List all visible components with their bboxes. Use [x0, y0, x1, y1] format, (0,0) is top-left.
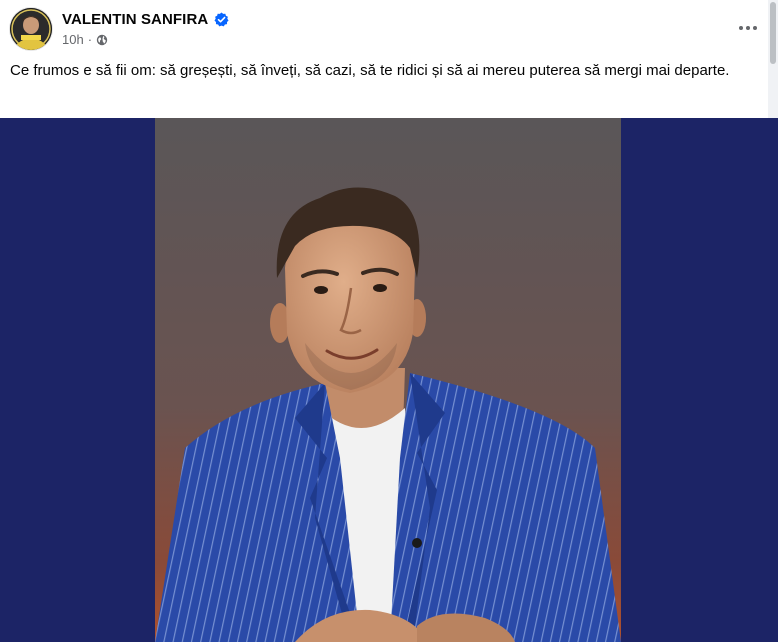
author-avatar[interactable]	[10, 8, 52, 50]
author-line: VALENTIN SANFIRA	[62, 9, 229, 29]
post-header: VALENTIN SANFIRA 10h ·	[0, 0, 778, 58]
facebook-post: VALENTIN SANFIRA 10h · Ce frumos e să fi…	[0, 0, 778, 642]
globe-icon[interactable]	[96, 34, 108, 46]
scrollbar[interactable]	[768, 0, 778, 118]
more-dot	[753, 26, 757, 30]
post-photo[interactable]	[155, 118, 621, 642]
verified-badge-icon	[214, 11, 229, 27]
scrollbar-thumb[interactable]	[770, 2, 776, 64]
post-media[interactable]	[0, 118, 778, 642]
post-caption: Ce frumos e să fii om: să greșești, să î…	[10, 62, 730, 79]
more-options-icon[interactable]	[730, 14, 766, 42]
author-name[interactable]: VALENTIN SANFIRA	[62, 11, 208, 28]
post-meta: 10h ·	[62, 32, 108, 47]
more-dot	[739, 26, 743, 30]
more-dot	[746, 26, 750, 30]
meta-separator: ·	[87, 32, 93, 47]
post-timestamp[interactable]: 10h	[62, 32, 84, 47]
